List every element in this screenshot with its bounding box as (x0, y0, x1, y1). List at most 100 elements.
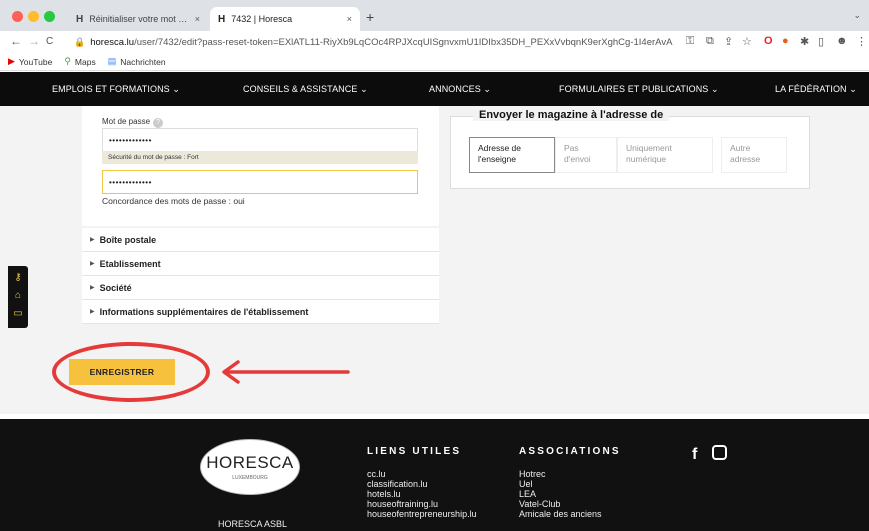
accordion-societe[interactable]: ▶ Société (82, 276, 439, 300)
bookmark-label: YouTube (18, 56, 53, 67)
tab-title: 7432 | Horesca (231, 14, 293, 24)
side-panel-icon[interactable]: ▯ (818, 35, 824, 48)
logo-subtext: LUXEMBOURG (232, 475, 268, 481)
browser-tab-reset-password[interactable]: H Réinitialiser votre mot de passe × (68, 7, 208, 31)
browser-tab-bar: H Réinitialiser votre mot de passe × H 7… (0, 0, 869, 31)
save-button[interactable]: ENREGISTRER (69, 359, 175, 385)
option-adresse-enseigne[interactable]: Adresse de l'enseigne (469, 137, 555, 173)
translate-icon[interactable]: ⧉ (706, 35, 714, 48)
footer-link[interactable]: houseofentrepreneurship.lu (367, 509, 477, 519)
option-uniquement-numerique[interactable]: Uniquement numérique (617, 137, 713, 173)
opera-extension-icon[interactable]: O (764, 35, 773, 47)
bookmark-label: Nachrichten (120, 56, 166, 67)
star-icon[interactable]: ☆ (742, 35, 752, 48)
bookmark-youtube[interactable]: ▶ YouTube (8, 56, 52, 67)
password-label: Mot de passe? (102, 117, 164, 128)
chef-hat-key-icon[interactable]: ⚷ (8, 269, 28, 287)
key-icon[interactable]: ⚿ (686, 35, 694, 48)
footer-link[interactable]: Hotrec (519, 469, 602, 479)
nav-item-federation[interactable]: LA FÉDÉRATION ⌄ (775, 84, 857, 95)
footer-link[interactable]: cc.lu (367, 469, 477, 479)
horesca-logo[interactable]: HORESCA LUXEMBOURG (200, 439, 300, 495)
accordion-boite-postale[interactable]: ▶ Boîte postale (82, 228, 439, 252)
new-tab-button[interactable]: + (366, 9, 374, 25)
nav-label: LA FÉDÉRATION (775, 84, 847, 94)
nav-item-formulaires[interactable]: FORMULAIRES ET PUBLICATIONS ⌄ (559, 84, 719, 95)
caret-right-icon: ▶ (90, 261, 95, 267)
magazine-title: Envoyer le magazine à l'adresse de (473, 109, 670, 121)
nav-item-conseils[interactable]: CONSEILS & ASSISTANCE ⌄ (243, 84, 368, 95)
option-pas-envoi[interactable]: Pas d'envoi (555, 137, 617, 173)
forward-arrow-icon[interactable]: → (28, 34, 40, 48)
close-tab-icon[interactable]: × (347, 14, 352, 24)
chevron-down-icon: ⌄ (483, 84, 492, 94)
horesca-favicon-icon: H (218, 13, 226, 25)
password-match-text: Concordance des mots de passe : oui (102, 196, 245, 206)
liens-utiles-list: cc.lu classification.lu hotels.lu houseo… (367, 469, 477, 519)
browser-tab-horesca-user[interactable]: H 7432 | Horesca × (210, 7, 360, 31)
footer-link[interactable]: LEA (519, 489, 602, 499)
close-tab-icon[interactable]: × (195, 14, 200, 24)
confirm-password-input[interactable]: ••••••••••••• (102, 170, 418, 194)
chevron-down-icon: ⌄ (849, 84, 857, 94)
instagram-icon[interactable] (711, 445, 727, 460)
logo-text: HORESCA (206, 453, 294, 472)
url-host: horesca.lu (90, 36, 135, 48)
bookmark-maps[interactable]: ⚲ Maps (64, 56, 95, 67)
footer-link[interactable]: Amicale des anciens (519, 509, 602, 519)
nav-item-annonces[interactable]: ANNONCES ⌄ (429, 84, 491, 95)
chef-hat-icon[interactable]: ⌂ (8, 287, 28, 305)
bookmarks-bar: ▶ YouTube ⚲ Maps ▤ Nachrichten (0, 53, 869, 71)
browser-toolbar: ← → C 🔒 horesca.lu/user/7432/edit?pass-r… (0, 31, 869, 53)
horesca-favicon-icon: H (76, 13, 84, 25)
close-window-button[interactable] (12, 11, 23, 22)
chevron-down-icon: ⌄ (172, 84, 181, 94)
tab-title: Réinitialiser votre mot de passe (89, 14, 189, 24)
chevron-down-icon: ⌄ (360, 84, 368, 94)
nav-label: CONSEILS & ASSISTANCE (243, 84, 358, 94)
footer-link[interactable]: Uel (519, 479, 602, 489)
footer-link[interactable]: hotels.lu (367, 489, 477, 499)
bookmark-nachrichten[interactable]: ▤ Nachrichten (108, 56, 166, 67)
menu-kebab-icon[interactable]: ⋮ (856, 35, 867, 48)
footer-link[interactable]: Vatel-Club (519, 499, 602, 509)
bookmark-label: Maps (74, 56, 96, 67)
accordion-etablissement[interactable]: ▶ Etablissement (82, 252, 439, 276)
caret-right-icon: ▶ (90, 237, 95, 243)
nav-label: ANNONCES (429, 84, 481, 94)
site-footer: HORESCA LUXEMBOURG HORESCA ASBL LIENS UT… (0, 419, 869, 531)
nav-item-emplois[interactable]: EMPLOIS ET FORMATIONS ⌄ (52, 84, 180, 95)
chevron-down-icon: ⌄ (711, 84, 719, 94)
reload-icon[interactable]: C (46, 36, 53, 47)
password-form: Mot de passe? ••••••••••••• Sécurité du … (82, 106, 439, 226)
magazine-address-card: Envoyer le magazine à l'adresse de Adres… (450, 109, 810, 189)
facebook-icon[interactable]: f (692, 446, 697, 463)
help-icon[interactable]: ? (153, 118, 164, 128)
share-icon[interactable]: ⇪ (724, 35, 733, 48)
tab-search-chevron-icon[interactable]: ⌄ (853, 10, 861, 21)
brave-extension-icon[interactable]: ● (782, 35, 789, 47)
associations-list: Hotrec Uel LEA Vatel-Club Amicale des an… (519, 469, 602, 519)
floating-side-toolbar: ⚷ ⌂ ▭ (8, 266, 28, 328)
liens-utiles-heading: LIENS UTILES (367, 446, 462, 457)
associations-heading: ASSOCIATIONS (519, 446, 621, 457)
accordion-informations[interactable]: ▶ Informations supplémentaires de l'établ… (82, 300, 439, 324)
password-input[interactable]: ••••••••••••• (102, 128, 418, 152)
puzzle-extensions-icon[interactable]: ✱ (800, 35, 809, 48)
footer-link[interactable]: classification.lu (367, 479, 477, 489)
caret-right-icon: ▶ (90, 285, 95, 291)
apron-icon[interactable]: ▭ (8, 305, 28, 323)
footer-link[interactable]: houseoftraining.lu (367, 499, 477, 509)
profile-avatar-icon[interactable]: ☻ (836, 35, 848, 47)
minimize-window-button[interactable] (28, 11, 39, 22)
accordion-label: Informations supplémentaires de l'établi… (99, 306, 309, 317)
nav-label: EMPLOIS ET FORMATIONS (52, 84, 170, 94)
back-arrow-icon[interactable]: ← (10, 34, 22, 48)
social-links: f (692, 444, 727, 464)
url-path: /user/7432/edit?pass-reset-token=EXlATL1… (134, 36, 673, 48)
form-sections-accordion: ▶ Boîte postale ▶ Etablissement ▶ Société ▶… (82, 228, 439, 324)
address-bar[interactable]: 🔒 horesca.lu/user/7432/edit?pass-reset-t… (74, 33, 674, 51)
option-autre-adresse[interactable]: Autre adresse (721, 137, 787, 173)
accordion-label: Société (99, 282, 132, 293)
zoom-window-button[interactable] (44, 11, 55, 22)
